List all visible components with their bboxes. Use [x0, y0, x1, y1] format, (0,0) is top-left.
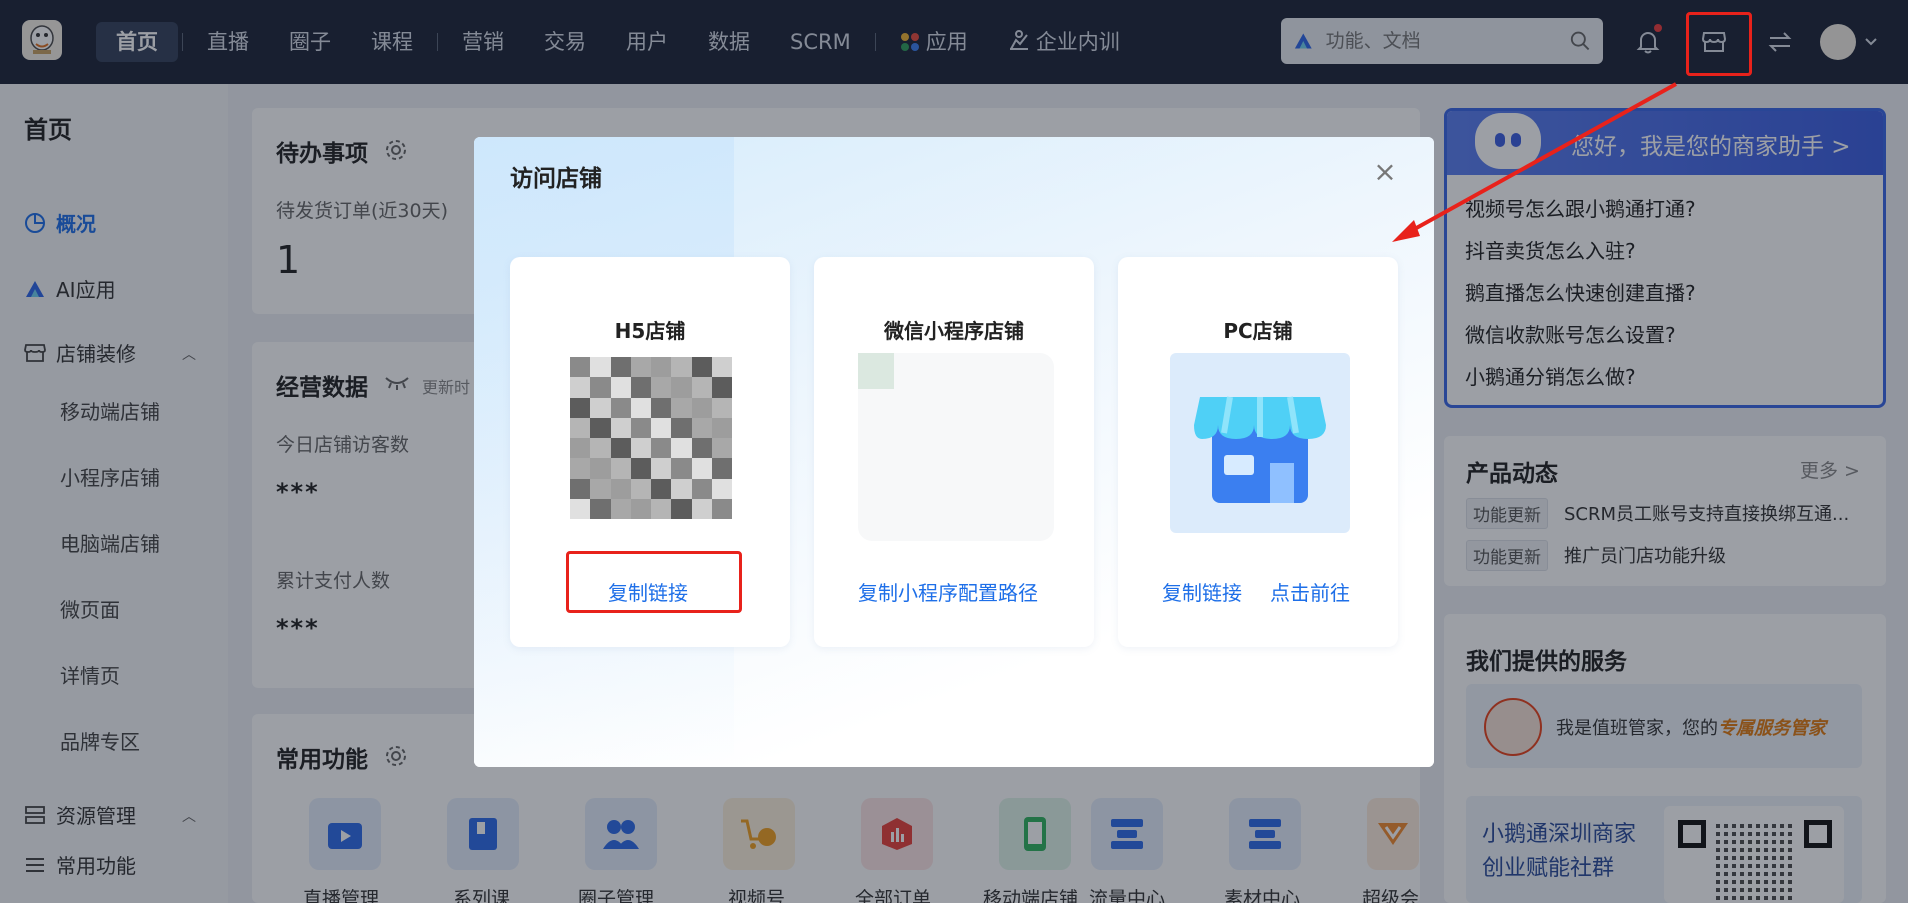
annotation-arrow	[1392, 82, 1677, 242]
